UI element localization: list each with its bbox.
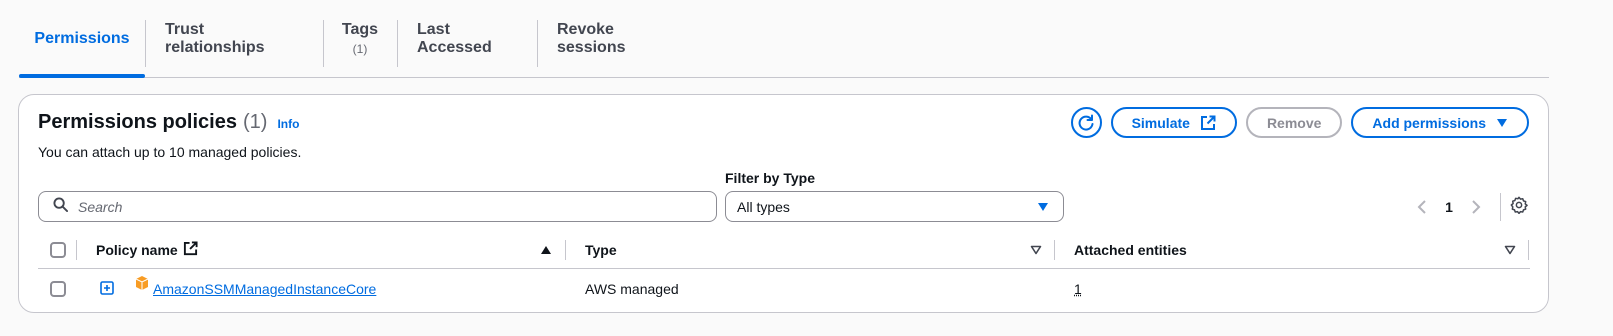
column-divider [565,240,566,260]
add-permissions-label: Add permissions [1372,114,1486,131]
column-label: Type [585,242,617,258]
column-header-policy-name[interactable]: Policy name [96,232,198,268]
tab-label: Tags [341,21,379,38]
gear-icon [1510,196,1528,219]
remove-label: Remove [1266,114,1322,131]
panel-header: Permissions policies (1) Info [38,111,299,134]
panel-title: Permissions policies [38,111,237,133]
table-row: AmazonSSMManagedInstanceCore AWS managed… [38,270,1530,308]
search-icon [53,196,68,217]
simulate-button[interactable]: Simulate [1110,107,1237,138]
previous-page-button[interactable] [1408,200,1436,214]
caret-down-icon [1037,199,1049,215]
permissions-policies-container: Permissions policies (1) Info You can at… [18,94,1549,313]
refresh-button[interactable] [1070,107,1102,138]
refresh-icon [1077,114,1095,132]
panel-description: You can attach up to 10 managed policies… [38,144,302,160]
column-divider [76,240,77,260]
aws-managed-policy-icon [134,275,150,294]
type-cell: AWS managed [585,281,679,297]
add-permissions-button[interactable]: Add permissions [1351,107,1529,138]
panel-count: (1) [242,111,268,133]
row-checkbox[interactable] [50,270,66,308]
type-filter-value: All types [737,198,790,215]
tab-revoke-sessions[interactable]: Revoke sessions [537,0,693,77]
current-page[interactable]: 1 [1436,199,1462,215]
sort-icon[interactable] [1030,232,1042,268]
sort-ascending-icon[interactable] [540,232,552,268]
remove-button[interactable]: Remove [1245,107,1343,138]
external-link-icon [1200,115,1216,131]
search-input[interactable]: Search [38,191,717,222]
tab-permissions[interactable]: Permissions [19,0,145,78]
policy-name-link[interactable]: AmazonSSMManagedInstanceCore [153,281,376,297]
simulate-label: Simulate [1131,114,1190,131]
attached-entities-cell: 1 [1074,270,1082,308]
search-placeholder: Search [78,198,123,215]
pager-divider [1500,193,1501,221]
tab-label: Permissions [34,29,130,47]
table-header: Policy name Type Attached entities [38,232,1530,269]
caret-down-icon [1496,118,1508,128]
column-divider [1528,240,1529,260]
preferences-button[interactable] [1509,196,1529,219]
attached-entities-count[interactable]: 1 [1074,281,1082,297]
info-link[interactable]: Info [277,117,299,131]
tab-tags[interactable]: Tags (1) [323,0,397,77]
expand-icon [100,280,114,298]
tab-label: Revoke sessions [557,20,626,56]
pagination: 1 [1408,193,1529,221]
external-link-icon [183,241,198,259]
type-filter-select[interactable]: All types [725,191,1064,222]
policy-name-cell: AmazonSSMManagedInstanceCore [134,270,376,308]
tab-label: Last Accessed [417,20,492,56]
tab-trust-relationships[interactable]: Trust relationships [145,0,323,77]
tab-bar: Permissions Trust relationships Tags (1)… [19,0,1549,78]
select-all-checkbox[interactable] [50,232,66,268]
column-label: Policy name [96,242,178,258]
next-page-button[interactable] [1462,200,1490,214]
column-header-attached-entities[interactable]: Attached entities [1074,232,1187,268]
column-header-type[interactable]: Type [585,232,617,268]
sort-icon[interactable] [1504,232,1516,268]
tab-label: Trust relationships [165,20,265,56]
checkbox [50,242,66,258]
filter-by-type-label: Filter by Type [725,170,815,186]
action-buttons: Simulate Remove Add permissions [1070,107,1529,138]
expand-row-button[interactable] [100,270,114,308]
column-label: Attached entities [1074,242,1187,258]
tab-last-accessed[interactable]: Last Accessed [397,0,537,77]
column-divider [1054,240,1055,260]
tab-count-badge: (1) [352,42,368,56]
checkbox [50,281,66,297]
